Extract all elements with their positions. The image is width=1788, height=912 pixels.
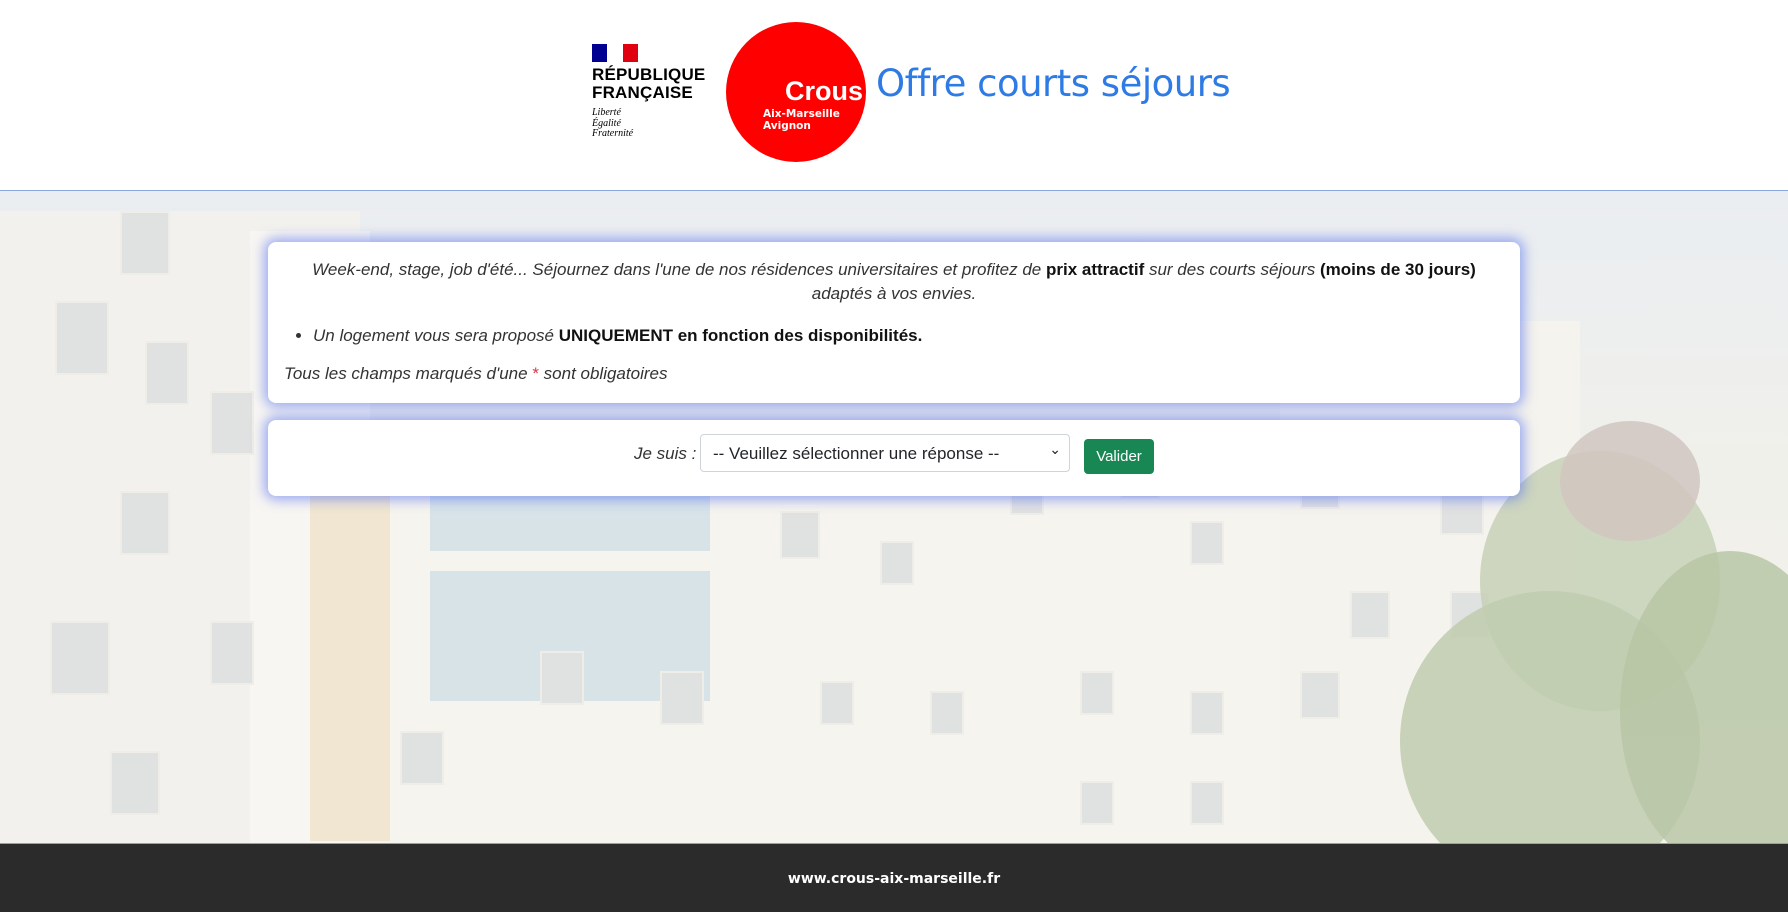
required-asterisk: *: [532, 364, 539, 383]
site-footer: www.crous-aix-marseille.fr: [0, 843, 1788, 912]
footer-website-link[interactable]: www.crous-aix-marseille.fr: [0, 871, 1788, 887]
form-card: Je suis : -- Veuillez sélectionner une r…: [268, 420, 1520, 496]
page-title: Offre courts séjours: [876, 62, 1231, 105]
status-form: Je suis : -- Veuillez sélectionner une r…: [268, 434, 1520, 478]
status-select[interactable]: -- Veuillez sélectionner une réponse -- …: [700, 434, 1070, 472]
crous-logo-word: Crous: [785, 76, 864, 106]
chevron-down-icon: ⌄: [1049, 441, 1061, 457]
list-item: Un logement vous sera proposé UNIQUEMENT…: [313, 324, 922, 348]
hero-background-image: Week-end, stage, job d'été... Séjournez …: [0, 191, 1788, 843]
republique-motto: Liberté Égalité Fraternité: [592, 107, 634, 139]
crous-logo[interactable]: Crous Aix-Marseille Avignon: [726, 22, 866, 162]
valider-button[interactable]: Valider: [1084, 439, 1154, 474]
status-select-value: -- Veuillez sélectionner une réponse --: [713, 444, 1000, 463]
intro-paragraph: Week-end, stage, job d'été... Séjournez …: [312, 260, 1476, 303]
republique-francaise-logo: RÉPUBLIQUE FRANÇAISE Liberté Égalité Fra…: [592, 44, 706, 140]
info-bullet-list: Un logement vous sera proposé UNIQUEMENT…: [286, 324, 922, 348]
republique-francaise-name: RÉPUBLIQUE FRANÇAISE: [592, 65, 706, 102]
status-label: Je suis :: [634, 444, 697, 463]
marianne-flag-icon: [592, 44, 638, 62]
required-fields-note: Tous les champs marqués d'une * sont obl…: [284, 364, 668, 383]
site-header: RÉPUBLIQUE FRANÇAISE Liberté Égalité Fra…: [0, 0, 1788, 191]
info-card: Week-end, stage, job d'été... Séjournez …: [268, 242, 1520, 403]
crous-logo-subtitle: Aix-Marseille Avignon: [763, 108, 840, 132]
